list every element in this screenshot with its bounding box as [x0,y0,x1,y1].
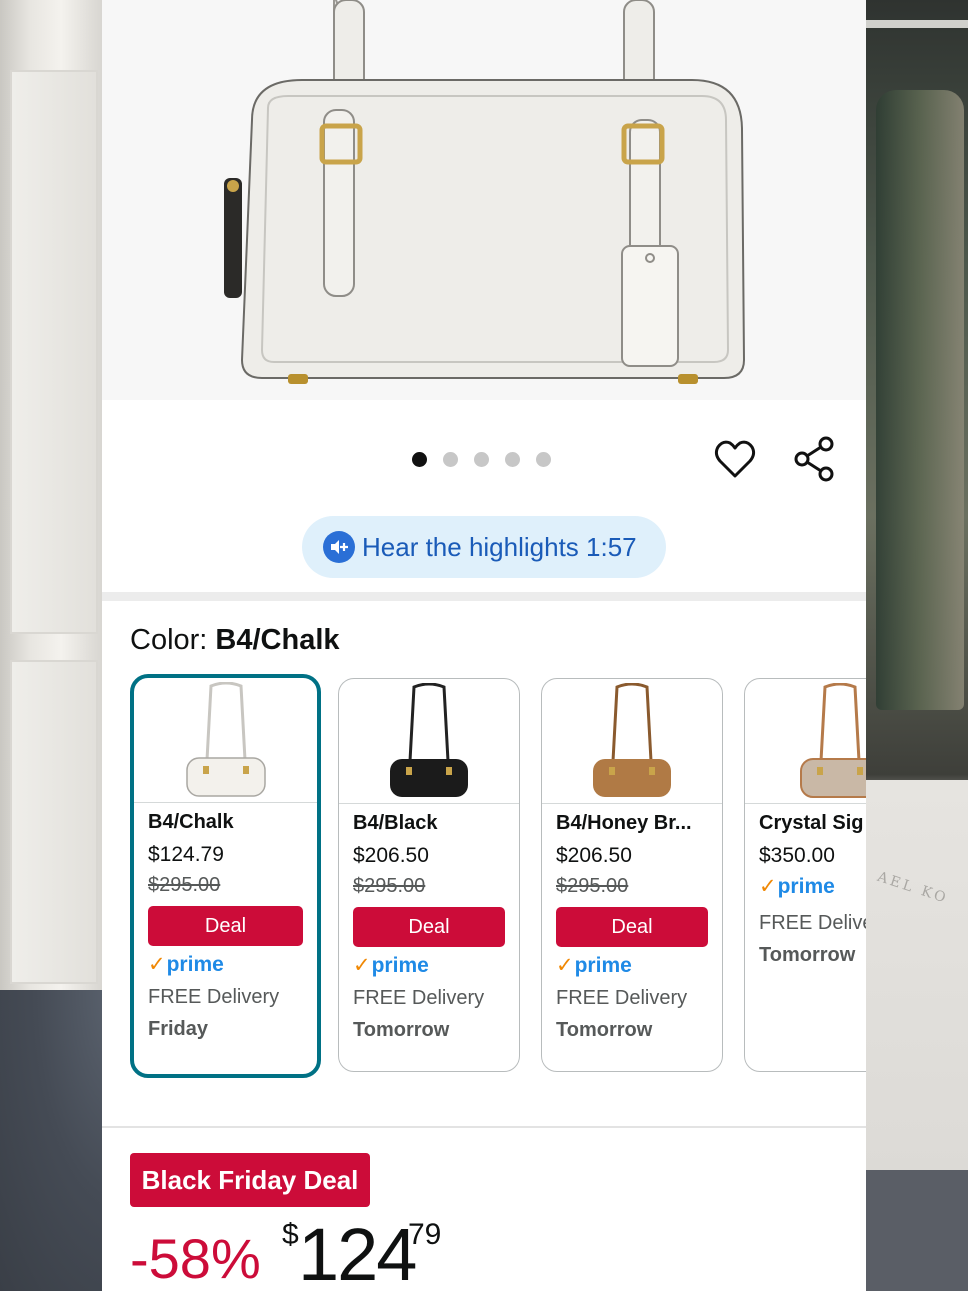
swatch-name: B4/Chalk [148,811,234,833]
swatch-list-price: $295.00 [556,875,629,897]
prime-badge: ✓prime [148,952,303,982]
swatch-list-price: $295.00 [148,874,221,896]
swatch-price: $206.50 [556,844,632,867]
swatch-delivery: FREE Delivery [148,986,280,1008]
deal-badge: Deal [353,907,505,947]
swatch-image [134,678,317,803]
swatch-list-price: $295.00 [353,875,426,897]
background-right-scene: AEL KO [866,0,968,1291]
color-swatch-b4-honey-brown[interactable]: B4/Honey Br... $206.50 $295.00 Deal ✓pri… [541,678,723,1072]
handbag-thumbnail-icon [390,683,468,797]
swatch-price: $350.00 [759,844,835,867]
person-shirt [866,780,968,1180]
prime-badge: ✓prime [353,953,505,983]
background-left-scene [0,0,102,1291]
swatch-delivery: FREE Delivery [353,987,485,1009]
handbag-thumbnail-icon [185,682,266,797]
prime-badge: ✓prime [759,874,866,904]
prime-label: prime [371,954,429,977]
carousel-dot[interactable] [505,452,520,467]
swatch-delivery-day: Tomorrow [353,1019,450,1041]
carousel-dot-active[interactable] [412,452,427,467]
prime-check-icon: ✓ [759,875,777,898]
carousel-dot[interactable] [474,452,489,467]
section-divider [102,1126,866,1128]
swatch-price: $124.79 [148,843,224,866]
prime-label: prime [166,953,224,976]
share-button[interactable] [792,436,838,482]
black-friday-deal-badge: Black Friday Deal [130,1153,370,1207]
prime-check-icon: ✓ [556,954,574,977]
swatch-image [542,679,722,804]
door-panel [10,660,98,984]
swatch-delivery-day: Tomorrow [556,1019,653,1041]
price-whole: 124 [298,1213,417,1291]
carousel-dot[interactable] [536,452,551,467]
swatch-delivery: FREE Delive [759,912,866,934]
image-carousel-indicator[interactable] [412,452,551,467]
color-swatch-b4-chalk[interactable]: B4/Chalk $124.79 $295.00 Deal ✓prime FRE… [130,674,321,1078]
prime-badge: ✓prime [556,953,708,983]
section-divider [102,592,866,601]
deal-badge: Deal [148,906,303,946]
prime-label: prime [574,954,632,977]
product-image[interactable] [102,0,866,400]
swatch-delivery-day: Tomorrow [759,944,856,966]
heart-icon [714,440,756,478]
door-panel [10,70,98,634]
prime-label: prime [777,875,835,898]
prime-check-icon: ✓ [148,953,166,976]
product-page: Hear the highlights 1:57 Color: B4/Chalk… [102,0,866,1291]
discount-percentage: -58% [130,1227,261,1290]
color-swatch-b4-black[interactable]: B4/Black $206.50 $295.00 Deal ✓prime FRE… [338,678,520,1072]
price-currency: $ [282,1218,299,1251]
wishlist-button[interactable] [712,436,758,482]
closet-rack [866,20,968,28]
color-swatch-crystal-signature[interactable]: Crystal Sig $350.00 ✓prime FREE Delive T… [744,678,866,1072]
swatch-delivery-day: Friday [148,1018,209,1040]
color-label-prefix: Color: [130,624,208,656]
person-shoulder [0,990,102,1291]
hear-highlights-label: Hear the highlights 1:57 [362,531,637,562]
prime-check-icon: ✓ [353,954,371,977]
carousel-dot[interactable] [443,452,458,467]
selected-color-name: B4/Chalk [215,624,340,656]
swatch-name: B4/Honey Br... [556,812,692,834]
swatch-image [745,679,866,804]
share-icon [794,436,834,482]
color-selection-label: Color: B4/Chalk [130,624,340,657]
handbag-thumbnail-icon [593,683,671,797]
swatch-price: $206.50 [353,844,429,867]
swatch-delivery: FREE Delivery [556,987,688,1009]
hanging-jacket [876,90,964,710]
color-swatch-list: B4/Chalk $124.79 $295.00 Deal ✓prime FRE… [130,674,866,1078]
price-fraction: 79 [408,1218,442,1251]
handbag-thumbnail-icon [800,683,866,798]
hear-highlights-button[interactable]: Hear the highlights 1:57 [302,516,666,578]
deal-badge: Deal [556,907,708,947]
swatch-name: Crystal Sig [759,812,864,834]
swatch-image [339,679,519,804]
swatch-name: B4/Black [353,812,438,834]
jersey [866,1170,968,1291]
handbag-illustration [224,0,746,384]
audio-sparkle-icon [323,531,355,563]
